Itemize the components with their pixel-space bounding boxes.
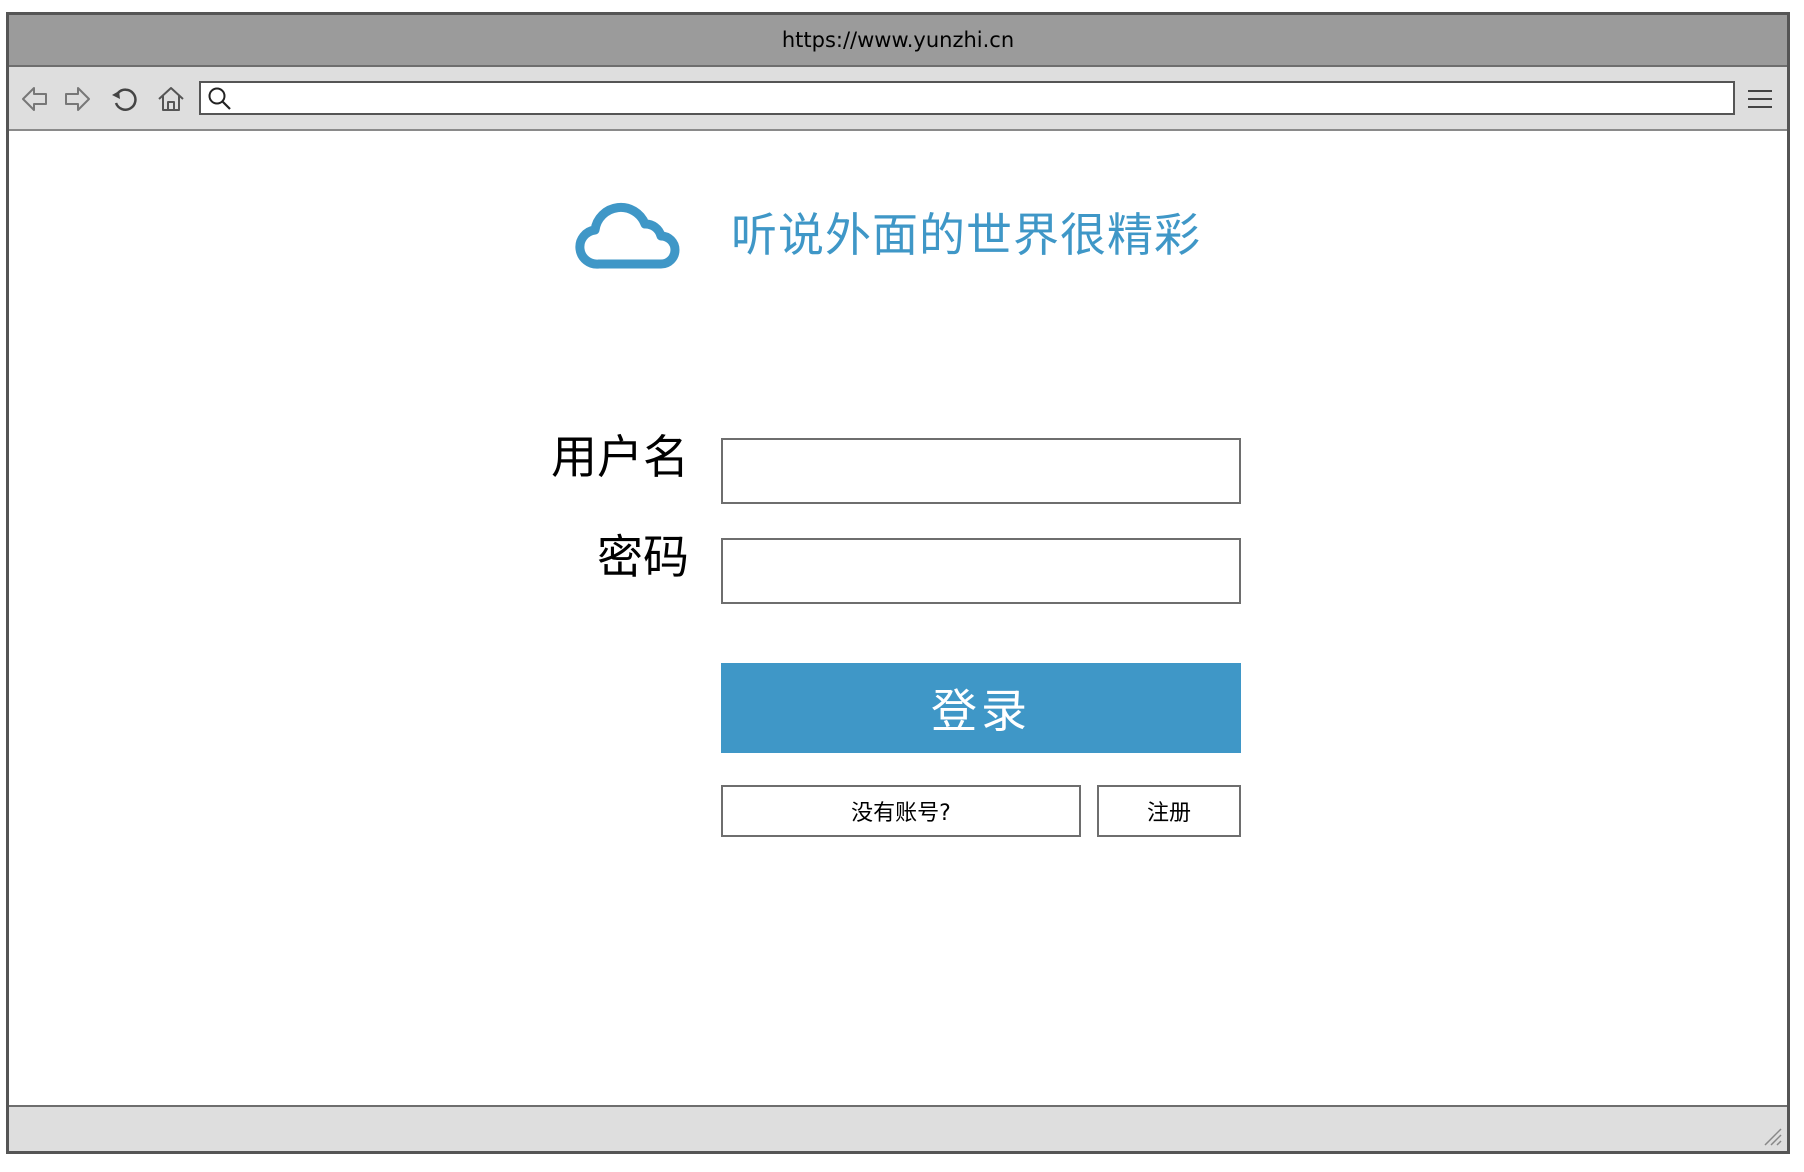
login-button[interactable]: 登录: [721, 663, 1241, 753]
brand-slogan: 听说外面的世界很精彩: [731, 208, 1201, 262]
browser-window: https://www.yunzhi.cn 听说外面的世界很精彩 用户名 密码 …: [6, 12, 1790, 1154]
back-arrow-icon[interactable]: [19, 83, 51, 115]
address-bar[interactable]: [199, 81, 1735, 115]
home-icon[interactable]: [155, 83, 187, 115]
title-bar: https://www.yunzhi.cn: [9, 15, 1787, 67]
cloud-icon: [575, 202, 680, 269]
forward-arrow-icon[interactable]: [61, 83, 93, 115]
search-icon: [208, 87, 231, 110]
password-label: 密码: [597, 530, 689, 584]
status-bar: [9, 1105, 1787, 1151]
window-url-title: https://www.yunzhi.cn: [781, 28, 1015, 52]
password-input[interactable]: [721, 538, 1241, 604]
address-input[interactable]: [237, 83, 1731, 115]
username-label: 用户名: [551, 430, 689, 484]
browser-toolbar: [9, 67, 1787, 131]
register-button[interactable]: 注册: [1097, 785, 1241, 837]
resize-grip-icon[interactable]: [1761, 1125, 1783, 1147]
hamburger-menu-icon[interactable]: [1745, 85, 1775, 113]
username-input[interactable]: [721, 438, 1241, 504]
page-content: 听说外面的世界很精彩 用户名 密码 登录 没有账号? 注册: [9, 131, 1787, 1105]
brand-header: 听说外面的世界很精彩: [569, 187, 1201, 277]
no-account-button[interactable]: 没有账号?: [721, 785, 1081, 837]
reload-icon[interactable]: [109, 83, 141, 115]
